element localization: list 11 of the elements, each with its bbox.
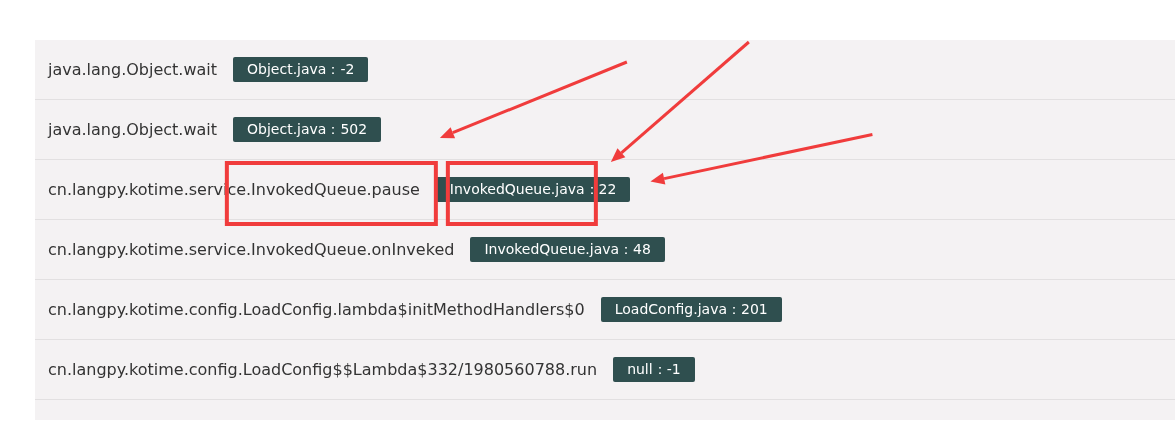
method-name: java.lang.Object.wait bbox=[48, 58, 218, 81]
source-location-tag: null：-1 bbox=[613, 357, 695, 382]
source-location-tag: LoadConfig.java：201 bbox=[600, 297, 782, 322]
method-name: cn.langpy.kotime.config.LoadConfig.lambda$initMethodHandlers$0 bbox=[48, 298, 585, 321]
method-name: java.lang.Object.wait bbox=[48, 118, 218, 141]
source-location-tag: Object.java：-2 bbox=[233, 57, 369, 82]
method-name: cn.langpy.kotime.config.LoadConfig$$Lambda$332/1980560788.run bbox=[48, 358, 598, 381]
source-location-tag: InvokedQueue.java：22 bbox=[435, 177, 631, 202]
source-location-tag: Object.java：502 bbox=[233, 117, 382, 142]
method-name: cn.langpy.kotime.service.InvokedQueue.onInveked bbox=[48, 238, 455, 261]
source-location-tag: InvokedQueue.java：48 bbox=[470, 237, 665, 262]
